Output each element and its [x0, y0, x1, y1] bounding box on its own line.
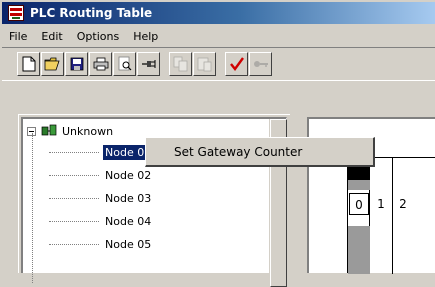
print-preview-icon — [118, 56, 131, 71]
tree-node-03[interactable]: Node 03 — [49, 190, 153, 206]
app-icon[interactable] — [8, 5, 24, 21]
save-button[interactable] — [65, 52, 88, 76]
slot-column-1[interactable] — [370, 158, 392, 274]
menu-file[interactable]: File — [2, 30, 34, 43]
tree-root-label: Unknown — [62, 124, 114, 138]
menu-edit[interactable]: Edit — [34, 30, 69, 43]
slot-number-2: 2 — [399, 197, 407, 211]
network-icon — [41, 124, 57, 136]
set-gateway-counter-menu-item[interactable]: Set Gateway Counter — [146, 145, 302, 159]
connect-button[interactable] — [137, 52, 160, 76]
slot-column-0[interactable] — [348, 158, 370, 274]
open-button[interactable] — [41, 52, 64, 76]
key-icon — [253, 61, 268, 67]
new-file-icon — [22, 56, 35, 72]
tree-node-01[interactable]: Node 01 — [49, 144, 154, 160]
paste-table-icon — [197, 57, 211, 72]
plc-routing-table-window: PLC Routing Table File Edit Options Help — [0, 0, 435, 287]
tree-node-label: Node 05 — [105, 237, 152, 251]
menu-options[interactable]: Options — [70, 30, 126, 43]
print-preview-button[interactable] — [113, 52, 136, 76]
tree-node-label: Node 04 — [105, 214, 152, 228]
slot-rack: 0 1 2 — [347, 157, 435, 274]
connect-plug-icon — [141, 60, 155, 68]
copy-table-icon — [173, 56, 187, 72]
toolbar — [2, 47, 435, 81]
check-mark-icon — [229, 57, 244, 71]
tree-root[interactable]: Unknown — [27, 123, 113, 139]
slot-column-2[interactable] — [392, 158, 414, 274]
new-button[interactable] — [17, 52, 40, 76]
tree-node-04[interactable]: Node 04 — [49, 213, 153, 229]
tree-node-02[interactable]: Node 02 — [49, 167, 153, 183]
tree-node-05[interactable]: Node 05 — [49, 236, 153, 252]
context-menu: Set Gateway Counter — [145, 137, 375, 167]
key-button[interactable] — [249, 52, 272, 76]
slot-number-0: 0 — [349, 193, 369, 215]
menu-bar: File Edit Options Help — [2, 26, 435, 46]
window-title: PLC Routing Table — [30, 6, 153, 20]
copy-table-button[interactable] — [169, 52, 192, 76]
save-disk-icon — [70, 57, 83, 71]
paste-table-button[interactable] — [193, 52, 216, 76]
print-button[interactable] — [89, 52, 112, 76]
tree-node-label: Node 02 — [105, 168, 152, 182]
slot-number-1: 1 — [377, 197, 385, 211]
open-folder-icon — [44, 57, 60, 71]
title-bar[interactable]: PLC Routing Table — [2, 2, 435, 24]
print-icon — [93, 57, 108, 71]
menu-help[interactable]: Help — [126, 30, 165, 43]
verify-button[interactable] — [225, 52, 248, 76]
tree-node-label: Node 03 — [105, 191, 152, 205]
tree-connector — [32, 133, 33, 283]
